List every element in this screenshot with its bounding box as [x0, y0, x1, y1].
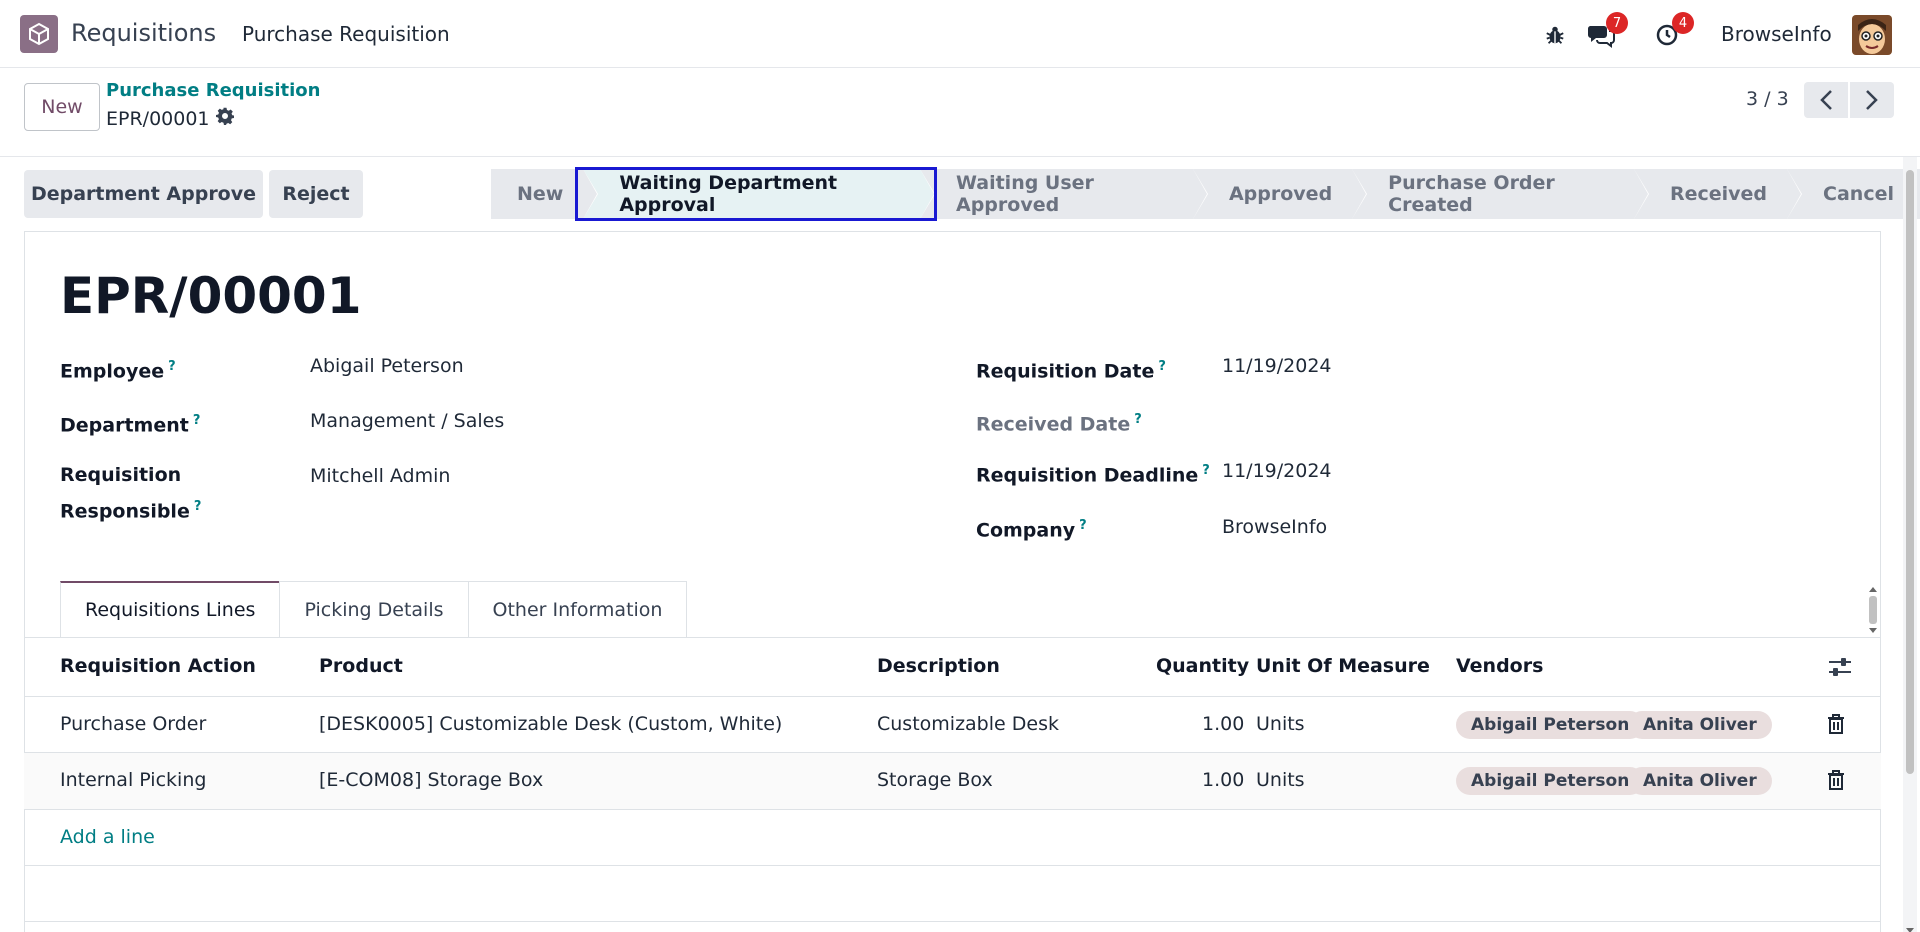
- vendor-tag[interactable]: Abigail Peterson: [1456, 711, 1645, 739]
- tabs-divider: [24, 637, 1881, 638]
- row-divider: [24, 809, 1881, 810]
- control-panel-divider: [0, 156, 1920, 157]
- row-2-description[interactable]: Storage Box: [877, 769, 993, 791]
- app-logo-icon[interactable]: [20, 15, 58, 53]
- requisition-deadline-field[interactable]: 11/19/2024: [1222, 460, 1332, 482]
- page-scrollbar-thumb[interactable]: [1906, 170, 1914, 774]
- stage-approved[interactable]: Approved: [1192, 169, 1368, 219]
- requisition-deadline-label: Requisition Deadline?: [976, 463, 1210, 487]
- department-label: Department?: [60, 413, 201, 437]
- stage-purchase-order-created-label: Purchase Order Created: [1388, 172, 1555, 216]
- activity-clock-icon[interactable]: 4: [1652, 12, 1694, 50]
- department-approve-button[interactable]: Department Approve: [24, 170, 263, 218]
- delete-row-trash-icon[interactable]: [1826, 769, 1846, 791]
- stage-waiting-user-approved[interactable]: Waiting User Approved: [919, 169, 1208, 219]
- responsible-help-icon[interactable]: ?: [194, 499, 202, 514]
- column-header-quantity[interactable]: Quantity: [1156, 655, 1249, 677]
- vendor-tag[interactable]: Anita Oliver: [1628, 711, 1772, 739]
- record-actions-gear-icon[interactable]: [215, 107, 234, 130]
- column-header-unit-of-measure[interactable]: Unit Of Measure: [1256, 655, 1430, 677]
- stage-approved-label: Approved: [1228, 183, 1333, 205]
- column-header-vendors[interactable]: Vendors: [1456, 655, 1543, 677]
- column-header-description[interactable]: Description: [877, 655, 1000, 677]
- department-field[interactable]: Management / Sales: [310, 410, 504, 432]
- activities-badge: 4: [1672, 12, 1694, 34]
- scroll-down-arrow-icon[interactable]: [1905, 918, 1915, 932]
- company-switcher[interactable]: BrowseInfo: [1721, 22, 1832, 46]
- row-2-quantity[interactable]: 1.00: [1202, 769, 1244, 791]
- reject-button[interactable]: Reject: [269, 170, 363, 218]
- stage-waiting-department-approval[interactable]: Waiting Department Approval: [583, 169, 935, 219]
- row-1-quantity[interactable]: 1.00: [1202, 713, 1244, 735]
- top-navbar: Requisitions Purchase Requisition 7 4 Br…: [0, 0, 1920, 68]
- delete-row-trash-icon[interactable]: [1826, 713, 1846, 735]
- debug-bug-icon[interactable]: [1540, 20, 1570, 50]
- chevron-left-icon: [1820, 90, 1832, 110]
- received-date-help-icon[interactable]: ?: [1134, 412, 1142, 427]
- tab-other-information[interactable]: Other Information: [467, 581, 688, 637]
- employee-label: Employee?: [60, 359, 176, 383]
- requisition-date-field[interactable]: 11/19/2024: [1222, 355, 1332, 377]
- row-2-action[interactable]: Internal Picking: [60, 769, 206, 791]
- notebook-tabs: Requisitions Lines Picking Details Other…: [60, 581, 688, 637]
- stage-new-label: New: [517, 183, 564, 205]
- tab-picking-details[interactable]: Picking Details: [279, 581, 469, 637]
- requisition-responsible-label: Requisition Responsible?: [60, 464, 202, 523]
- app-name[interactable]: Requisitions: [71, 19, 216, 47]
- stage-cancel-label: Cancel: [1823, 183, 1894, 205]
- employee-help-icon[interactable]: ?: [168, 359, 176, 374]
- row-1-uom[interactable]: Units: [1256, 713, 1305, 735]
- company-help-icon[interactable]: ?: [1079, 518, 1087, 533]
- row-divider: [24, 921, 1881, 922]
- vendor-tag[interactable]: Abigail Peterson: [1456, 767, 1645, 795]
- pager-value[interactable]: 3 / 3: [1746, 88, 1789, 110]
- row-1-description[interactable]: Customizable Desk: [877, 713, 1059, 735]
- row-2-uom[interactable]: Units: [1256, 769, 1305, 791]
- inner-scrollbar[interactable]: [1866, 584, 1880, 636]
- column-header-product[interactable]: Product: [319, 655, 403, 677]
- row-1-product[interactable]: [DESK0005] Customizable Desk (Custom, Wh…: [319, 713, 782, 735]
- stage-received[interactable]: Received: [1633, 169, 1803, 219]
- messages-badge: 7: [1606, 12, 1628, 34]
- pager-next-button[interactable]: [1850, 82, 1894, 118]
- stage-cancel[interactable]: Cancel: [1787, 169, 1920, 219]
- stage-waiting-user-approved-label: Waiting User Approved: [955, 172, 1094, 216]
- company-field[interactable]: BrowseInfo: [1222, 516, 1327, 538]
- optional-columns-sliders-icon[interactable]: [1828, 656, 1852, 683]
- chevron-right-icon: [1866, 90, 1878, 110]
- user-avatar[interactable]: [1852, 15, 1892, 55]
- stage-new[interactable]: New: [491, 169, 599, 219]
- requisition-date-label: Requisition Date?: [976, 359, 1166, 383]
- row-1-action[interactable]: Purchase Order: [60, 713, 206, 735]
- department-help-icon[interactable]: ?: [193, 413, 201, 428]
- column-header-requisition-action[interactable]: Requisition Action: [60, 655, 256, 677]
- breadcrumb-current-record: EPR/00001: [106, 107, 234, 130]
- status-bar: New Waiting Department Approval Waiting …: [491, 169, 1920, 219]
- pager-previous-button[interactable]: [1804, 82, 1848, 118]
- menu-item-purchase-requisition[interactable]: Purchase Requisition: [242, 22, 450, 46]
- messages-icon[interactable]: 7: [1586, 12, 1628, 50]
- record-title: EPR/00001: [60, 267, 362, 325]
- row-divider: [24, 865, 1881, 866]
- stage-waiting-department-approval-label: Waiting Department Approval: [619, 172, 838, 216]
- stage-purchase-order-created[interactable]: Purchase Order Created: [1352, 169, 1649, 219]
- requisition-responsible-field[interactable]: Mitchell Admin: [310, 465, 450, 487]
- row-2-product[interactable]: [E-COM08] Storage Box: [319, 769, 543, 791]
- vendor-tag[interactable]: Anita Oliver: [1628, 767, 1772, 795]
- received-date-label: Received Date?: [976, 412, 1142, 436]
- breadcrumb-purchase-requisition[interactable]: Purchase Requisition: [106, 80, 320, 101]
- record-name-label: EPR/00001: [106, 107, 210, 130]
- deadline-help-icon[interactable]: ?: [1202, 463, 1210, 478]
- stage-received-label: Received: [1669, 183, 1768, 205]
- new-record-button[interactable]: New: [24, 83, 100, 131]
- employee-field[interactable]: Abigail Peterson: [310, 355, 464, 377]
- tab-requisitions-lines[interactable]: Requisitions Lines: [60, 581, 281, 637]
- company-label: Company?: [976, 518, 1087, 542]
- requisition-date-help-icon[interactable]: ?: [1158, 359, 1166, 374]
- add-a-line-link[interactable]: Add a line: [60, 826, 155, 848]
